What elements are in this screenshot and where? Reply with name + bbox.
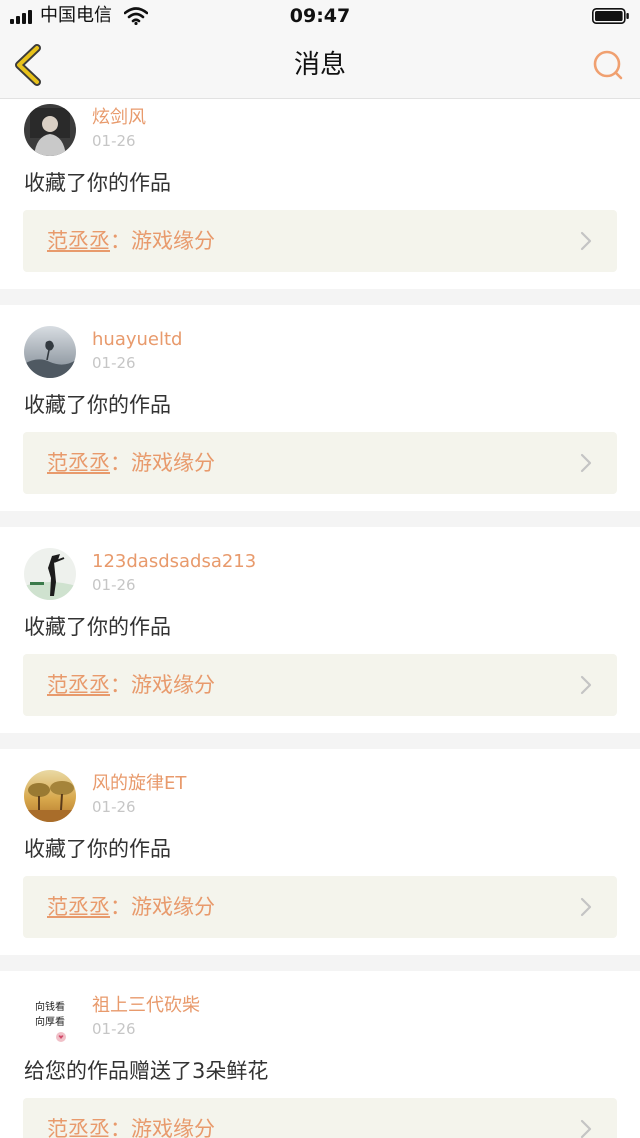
message-date: 01-26	[92, 132, 136, 150]
work-author: 范丞丞	[47, 229, 110, 253]
avatar[interactable]: 向钱看 向厚看	[24, 992, 76, 1044]
message-date: 01-26	[92, 798, 136, 816]
avatar[interactable]	[24, 326, 76, 378]
work-author: 范丞丞	[47, 1117, 110, 1138]
search-button[interactable]	[590, 48, 626, 84]
message-text: 收藏了你的作品	[24, 171, 171, 195]
card-divider	[0, 955, 640, 971]
message-card: 123dasdsadsa213 01-26 收藏了你的作品 范丞丞：游戏缘分	[0, 543, 640, 748]
message-date: 01-26	[92, 576, 136, 594]
message-text: 收藏了你的作品	[24, 837, 171, 861]
message-text: 给您的作品赠送了3朵鲜花	[24, 1059, 269, 1083]
user-name[interactable]: 123dasdsadsa213	[92, 550, 256, 574]
work-author: 范丞丞	[47, 895, 110, 919]
user-name[interactable]: 炫剑风	[92, 106, 146, 130]
work-link[interactable]: 范丞丞：游戏缘分	[23, 210, 617, 272]
avatar[interactable]	[24, 548, 76, 600]
card-divider	[0, 289, 640, 305]
work-title: 游戏缘分	[131, 229, 215, 253]
message-card: 风的旋律ET 01-26 收藏了你的作品 范丞丞：游戏缘分	[0, 765, 640, 970]
work-link[interactable]: 范丞丞：游戏缘分	[23, 432, 617, 494]
avatar-line: 向钱看	[35, 1000, 65, 1013]
user-name[interactable]: 风的旋律ET	[92, 772, 186, 796]
message-card: 向钱看 向厚看 祖上三代砍柴 01-26 给您的作品赠送了3朵鲜花 范丞丞：游戏…	[0, 987, 640, 1138]
chevron-right-icon	[580, 897, 592, 917]
work-title: 游戏缘分	[131, 673, 215, 697]
work-title: 游戏缘分	[131, 1117, 215, 1138]
user-name[interactable]: huayueltd	[92, 328, 182, 352]
page-title: 消息	[293, 50, 346, 80]
message-card: huayueltd 01-26 收藏了你的作品 范丞丞：游戏缘分	[0, 321, 640, 526]
work-title: 游戏缘分	[131, 895, 215, 919]
chevron-right-icon	[580, 675, 592, 695]
work-label: 范丞丞：游戏缘分	[47, 673, 215, 697]
user-name[interactable]: 祖上三代砍柴	[92, 994, 200, 1018]
battery-icon	[592, 8, 629, 24]
work-label: 范丞丞：游戏缘分	[47, 895, 215, 919]
work-label: 范丞丞：游戏缘分	[47, 1115, 215, 1138]
status-bar: 中国电信 09:47	[0, 0, 640, 32]
message-date: 01-26	[92, 354, 136, 372]
chevron-right-icon	[580, 453, 592, 473]
work-label: 范丞丞：游戏缘分	[47, 229, 215, 253]
search-icon	[593, 50, 623, 80]
work-title: 游戏缘分	[131, 451, 215, 475]
message-date: 01-26	[92, 1020, 136, 1038]
card-divider	[0, 511, 640, 527]
chevron-right-icon	[580, 1119, 592, 1138]
message-text: 收藏了你的作品	[24, 393, 171, 417]
avatar[interactable]	[24, 104, 76, 156]
work-author: 范丞丞	[47, 673, 110, 697]
work-author: 范丞丞	[47, 451, 110, 475]
work-label: 范丞丞：游戏缘分	[47, 451, 215, 475]
work-link[interactable]: 范丞丞：游戏缘分	[23, 1098, 617, 1138]
clock: 09:47	[289, 5, 351, 27]
card-divider	[0, 733, 640, 749]
message-text: 收藏了你的作品	[24, 615, 171, 639]
message-card: 炫剑风 01-26 收藏了你的作品 范丞丞：游戏缘分	[0, 99, 640, 304]
work-link[interactable]: 范丞丞：游戏缘分	[23, 654, 617, 716]
chevron-right-icon	[580, 231, 592, 251]
work-link[interactable]: 范丞丞：游戏缘分	[23, 876, 617, 938]
avatar[interactable]	[24, 770, 76, 822]
message-feed[interactable]: 炫剑风 01-26 收藏了你的作品 范丞丞：游戏缘分 huayueltd 01-…	[0, 99, 640, 1138]
avatar-line: 向厚看	[35, 1015, 65, 1028]
nav-bar: 消息	[0, 32, 640, 99]
